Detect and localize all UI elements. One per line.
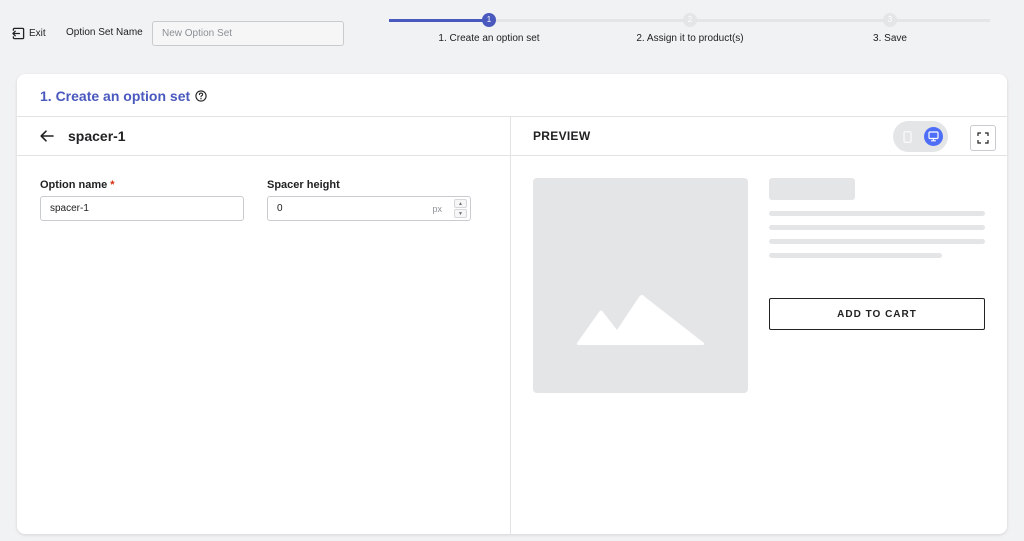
editor-panel: spacer-1 Option name * Spacer height px … — [17, 117, 511, 534]
image-placeholder-icon — [576, 295, 705, 345]
desktop-icon — [928, 131, 939, 142]
mobile-icon — [903, 130, 912, 143]
skeleton-line — [769, 211, 985, 216]
skeleton-line — [769, 253, 942, 258]
preview-title: PREVIEW — [533, 129, 591, 143]
exit-button[interactable]: Exit — [12, 26, 46, 40]
step-3-label: 3. Save — [873, 33, 907, 44]
increment-button[interactable]: ▲ — [454, 199, 467, 208]
card-title-text: 1. Create an option set — [40, 88, 191, 104]
element-title: spacer-1 — [68, 128, 126, 144]
option-name-input[interactable] — [40, 196, 244, 221]
device-toggle — [893, 121, 948, 152]
step-1-indicator[interactable]: 1 — [482, 13, 496, 27]
step-3-indicator[interactable]: 3 — [883, 13, 897, 27]
option-set-card: 1. Create an option set spacer-1 Option … — [17, 74, 1007, 534]
preview-header: PREVIEW — [511, 117, 1007, 156]
option-set-name-label: Option Set Name — [66, 27, 143, 38]
product-image-placeholder — [533, 178, 748, 393]
arrow-left-icon[interactable] — [39, 128, 55, 144]
mobile-view-button[interactable] — [898, 127, 917, 146]
step-2-indicator[interactable]: 2 — [683, 13, 697, 27]
spacer-height-unit: px — [432, 204, 442, 214]
preview-panel: PREVIEW ADD TO CART — [511, 117, 1007, 534]
spacer-height-input[interactable] — [268, 197, 418, 220]
card-header: 1. Create an option set — [17, 74, 1007, 117]
option-set-name-input[interactable] — [152, 21, 344, 46]
decrement-button[interactable]: ▼ — [454, 209, 467, 218]
exit-label: Exit — [29, 27, 46, 39]
option-name-label-text: Option name — [40, 179, 108, 191]
fullscreen-button[interactable] — [970, 125, 996, 151]
help-icon[interactable] — [195, 90, 207, 102]
stepper-progress-complete — [389, 19, 489, 22]
fullscreen-icon — [977, 132, 989, 144]
add-to-cart-button[interactable]: ADD TO CART — [769, 298, 985, 330]
skeleton-line — [769, 225, 985, 230]
desktop-view-button[interactable] — [924, 127, 943, 146]
editor-header: spacer-1 — [17, 117, 511, 156]
stepper-progress-remaining — [489, 19, 990, 22]
skeleton-title — [769, 178, 855, 200]
option-name-label: Option name * — [40, 179, 115, 191]
spacer-height-label: Spacer height — [267, 179, 340, 191]
spacer-height-field: px ▲ ▼ — [267, 196, 471, 221]
required-asterisk: * — [110, 179, 115, 191]
skeleton-line — [769, 239, 985, 244]
top-bar: Exit Option Set Name 1 2 3 1. Create an … — [0, 0, 1024, 62]
step-1-label: 1. Create an option set — [438, 33, 540, 44]
step-2-label: 2. Assign it to product(s) — [636, 33, 744, 44]
exit-icon — [12, 27, 25, 39]
card-title: 1. Create an option set — [40, 88, 207, 104]
